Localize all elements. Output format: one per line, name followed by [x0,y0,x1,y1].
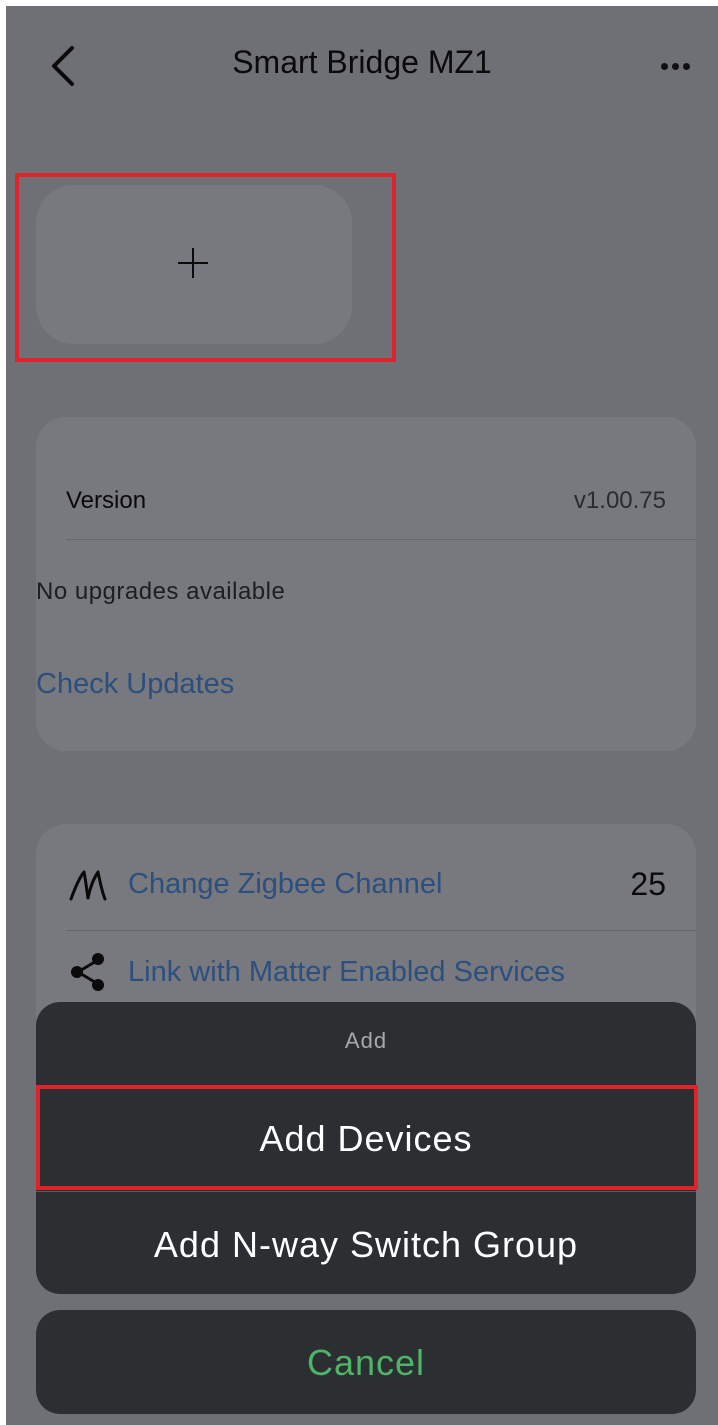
action-sheet-title: Add [344,1028,388,1053]
highlight-box-add-tile [15,173,396,362]
divider [36,1191,696,1192]
page-title: Smart Bridge MZ1 [232,44,492,80]
chevron-left-icon [52,46,74,86]
cancel-button[interactable]: Cancel [36,1310,696,1414]
zigbee-icon [69,870,107,901]
link-matter-services-link[interactable]: Link with Matter Enabled Services [128,956,565,989]
version-value: v1.00.75 [573,487,666,514]
change-zigbee-channel-link[interactable]: Change Zigbee Channel [128,868,442,901]
more-dot [683,62,690,70]
add-n-way-switch-group-option[interactable]: Add N-way Switch Group [36,1224,696,1266]
more-options-button[interactable] [661,56,699,76]
more-dot [672,62,679,70]
more-horizontal-icon [661,62,668,70]
upgrade-status: No upgrades available [36,578,286,605]
zigbee-channel-value: 25 [630,866,666,902]
check-updates-link[interactable]: Check Updates [36,668,234,701]
share-icon [71,953,104,991]
back-button[interactable] [44,44,84,88]
highlight-box-add-devices [36,1085,698,1190]
divider [66,539,696,540]
version-label: Version [66,487,147,514]
cancel-label: Cancel [306,1342,426,1383]
divider [66,930,696,931]
device-settings-screen: Smart Bridge MZ1 Version v1.00.75 No upg… [6,6,718,1425]
